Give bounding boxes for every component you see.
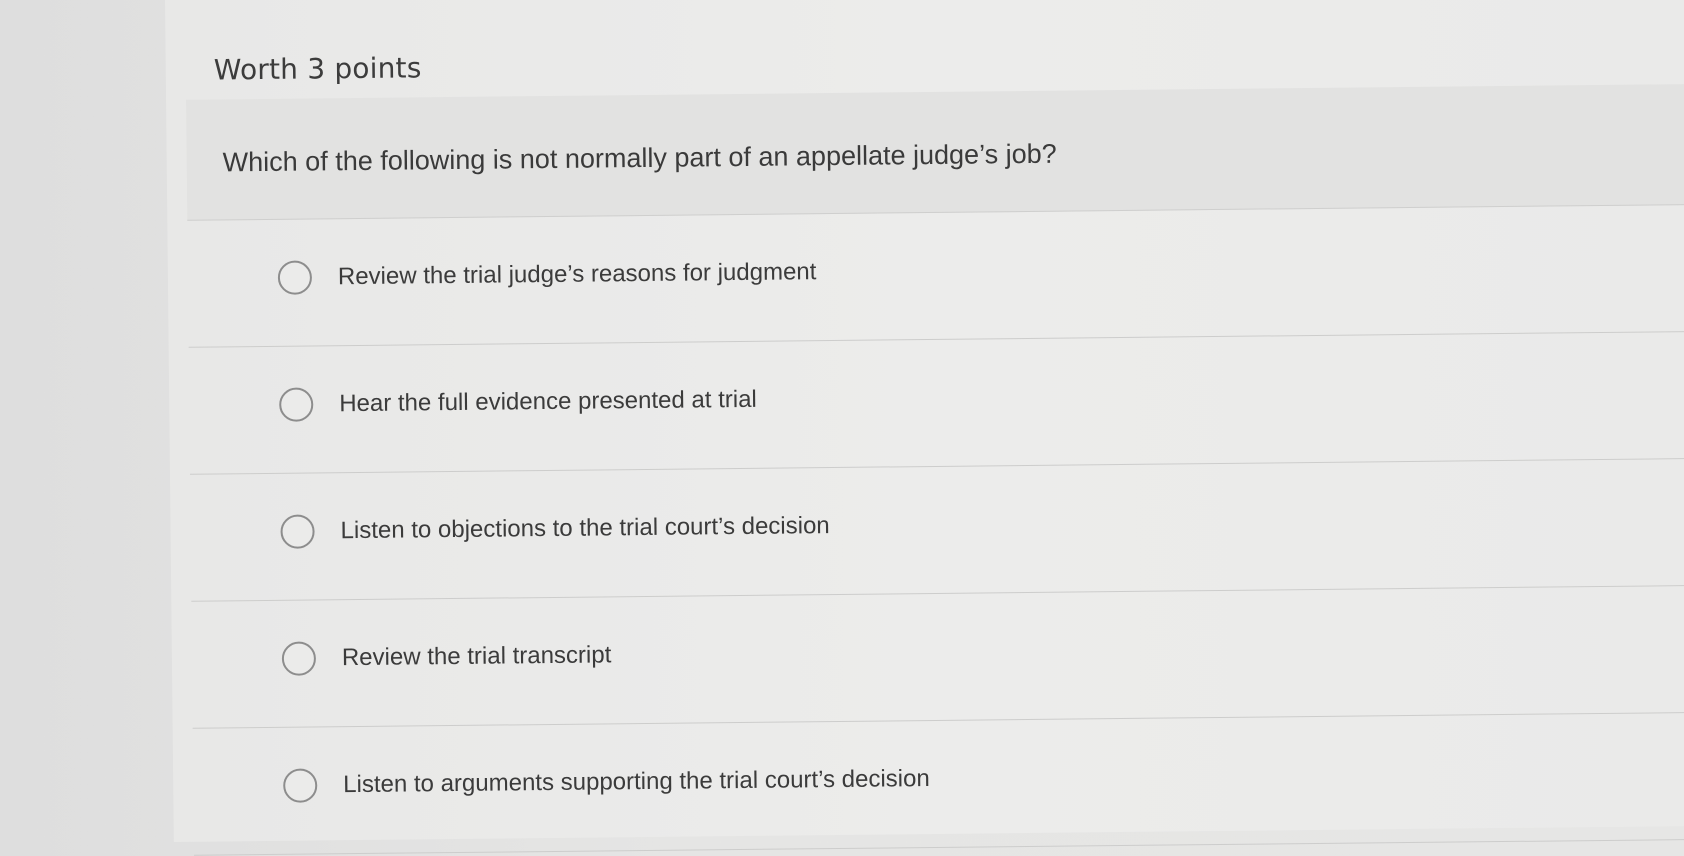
option-label: Listen to arguments supporting the trial…	[343, 765, 930, 799]
radio-button[interactable]	[279, 387, 314, 422]
radio-button[interactable]	[277, 260, 313, 295]
answer-option[interactable]: Listen to objections to the trial court’…	[189, 459, 1684, 602]
question-text: Which of the following is not normally p…	[222, 138, 1057, 178]
radio-button[interactable]	[283, 768, 318, 803]
answer-option[interactable]: Listen to arguments supporting the trial…	[192, 713, 1684, 856]
radio-button[interactable]	[281, 641, 317, 676]
answer-options: Review the trial judge’s reasons for jud…	[187, 205, 1684, 856]
radio-button[interactable]	[280, 514, 315, 549]
question-header: Which of the following is not normally p…	[186, 84, 1684, 221]
answer-option[interactable]: Review the trial transcript	[191, 586, 1684, 729]
answer-option[interactable]: Review the trial judge’s reasons for jud…	[187, 205, 1684, 348]
option-label: Review the trial judge’s reasons for jud…	[337, 258, 817, 291]
question-card: Worth 3 points Which of the following is…	[165, 0, 1684, 856]
option-label: Hear the full evidence presented at tria…	[339, 385, 757, 418]
points-label: Worth 3 points	[213, 51, 422, 87]
option-label: Review the trial transcript	[341, 641, 612, 672]
answer-option[interactable]: Hear the full evidence presented at tria…	[188, 332, 1684, 475]
option-label: Listen to objections to the trial court’…	[340, 512, 830, 545]
